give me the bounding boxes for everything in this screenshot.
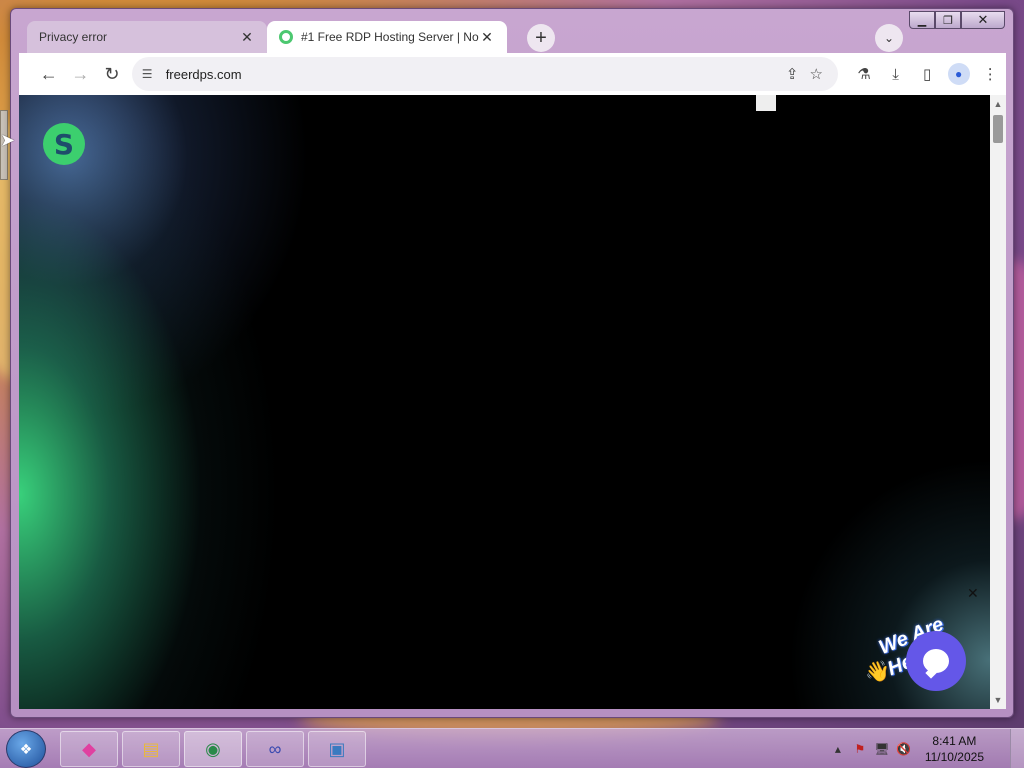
page-menu-block[interactable] [756, 95, 776, 111]
scroll-down-arrow-icon[interactable]: ▼ [990, 693, 1006, 707]
profile-icon: ● [947, 63, 970, 85]
star-icon[interactable]: ☆ [804, 65, 828, 83]
taskbar-app-1[interactable]: ◆ [60, 731, 118, 767]
taskbar-browser[interactable]: ◉ [184, 731, 242, 767]
mouse-cursor-icon: ➤ [0, 130, 16, 150]
side-panel-icon[interactable]: ▯ [911, 58, 943, 90]
clock-date: 11/10/2025 [924, 750, 984, 764]
site-favicon-icon [279, 30, 293, 44]
tab-title: #1 Free RDP Hosting Server | No [301, 30, 479, 44]
kebab-menu-icon[interactable]: ⋮ [974, 58, 1006, 90]
tab-free-rdp[interactable]: #1 Free RDP Hosting Server | No ✕ [267, 21, 507, 53]
flask-icon[interactable]: ⚗ [848, 58, 880, 90]
infinity-icon: ∞ [268, 738, 282, 759]
system-tray: ▴ ⚑ 🖥 🔇 8:41 AM 11/10/2025 [827, 729, 984, 768]
show-hidden-icons-icon[interactable]: ▴ [827, 742, 849, 756]
close-tab-icon[interactable]: ✕ [479, 29, 495, 46]
page-viewport: S ✕ We Are Here! 👋 [19, 95, 990, 709]
tune-icon[interactable]: ☰ [142, 67, 160, 81]
taskbar-explorer[interactable]: ▤ [122, 731, 180, 767]
reload-icon: ↻ [104, 63, 120, 84]
forward-button[interactable]: → [65, 58, 97, 90]
tab-title: Privacy error [39, 30, 108, 44]
taskbar-app-4[interactable]: ∞ [246, 731, 304, 767]
chat-bubble-icon [923, 649, 949, 673]
back-button[interactable]: ← [33, 58, 65, 90]
volume-muted-icon[interactable]: 🔇 [893, 742, 915, 756]
taskbar-app-5[interactable]: ▣ [308, 731, 366, 767]
reload-button[interactable]: ↻ [96, 58, 128, 90]
clock[interactable]: 8:41 AM 11/10/2025 [925, 733, 984, 765]
windows-logo-icon: ❖ [19, 740, 33, 757]
start-button[interactable]: ❖ [6, 730, 46, 768]
tab-privacy-error[interactable]: Privacy error ✕ [27, 21, 267, 53]
action-center-flag-icon[interactable]: ⚑ [849, 742, 871, 756]
address-url[interactable]: freerdps.com [166, 67, 781, 82]
download-icon[interactable]: ⤓ [880, 58, 912, 90]
globe-icon: ◉ [205, 738, 221, 759]
arrow-right-icon: → [71, 63, 90, 84]
new-tab-button[interactable]: + [527, 24, 555, 52]
arrow-left-icon: ← [39, 63, 58, 84]
clock-time: 8:41 AM [932, 734, 977, 748]
site-logo[interactable]: S [43, 123, 85, 165]
profile-button[interactable]: ● [943, 58, 975, 90]
folder-icon: ▤ [142, 738, 160, 759]
browser-toolbar: ← → ↻ ☰ freerdps.com ⇪ ☆ ⚗ ⤓ ▯ ● ⋮ [19, 53, 1006, 95]
chat-launcher-button[interactable] [906, 631, 966, 691]
close-tab-icon[interactable]: ✕ [239, 29, 255, 46]
scroll-up-arrow-icon[interactable]: ▲ [990, 97, 1006, 111]
tab-search-chevron-icon[interactable]: ⌄ [875, 24, 903, 52]
wave-hand-icon: 👋 [865, 661, 890, 683]
address-bar[interactable]: ☰ freerdps.com ⇪ ☆ [131, 57, 839, 91]
browser-window: ▁ ❐ ✕ Privacy error ✕ #1 Free RDP Hostin… [10, 8, 1014, 718]
scroll-thumb[interactable] [993, 115, 1003, 143]
app-fox-icon: ◆ [82, 738, 96, 759]
network-icon[interactable]: 🖥 [871, 742, 893, 756]
tab-strip: Privacy error ✕ #1 Free RDP Hosting Serv… [27, 21, 1007, 53]
taskbar: ❖ ◆ ▤ ◉ ∞ ▣ ▴ ⚑ 🖥 🔇 8:41 AM 11/10/2025 [0, 728, 1024, 768]
show-desktop-button[interactable] [1010, 729, 1024, 768]
share-icon[interactable]: ⇪ [780, 65, 804, 83]
page-scrollbar[interactable]: ▲ ▼ [990, 95, 1006, 709]
picture-icon: ▣ [328, 738, 346, 759]
